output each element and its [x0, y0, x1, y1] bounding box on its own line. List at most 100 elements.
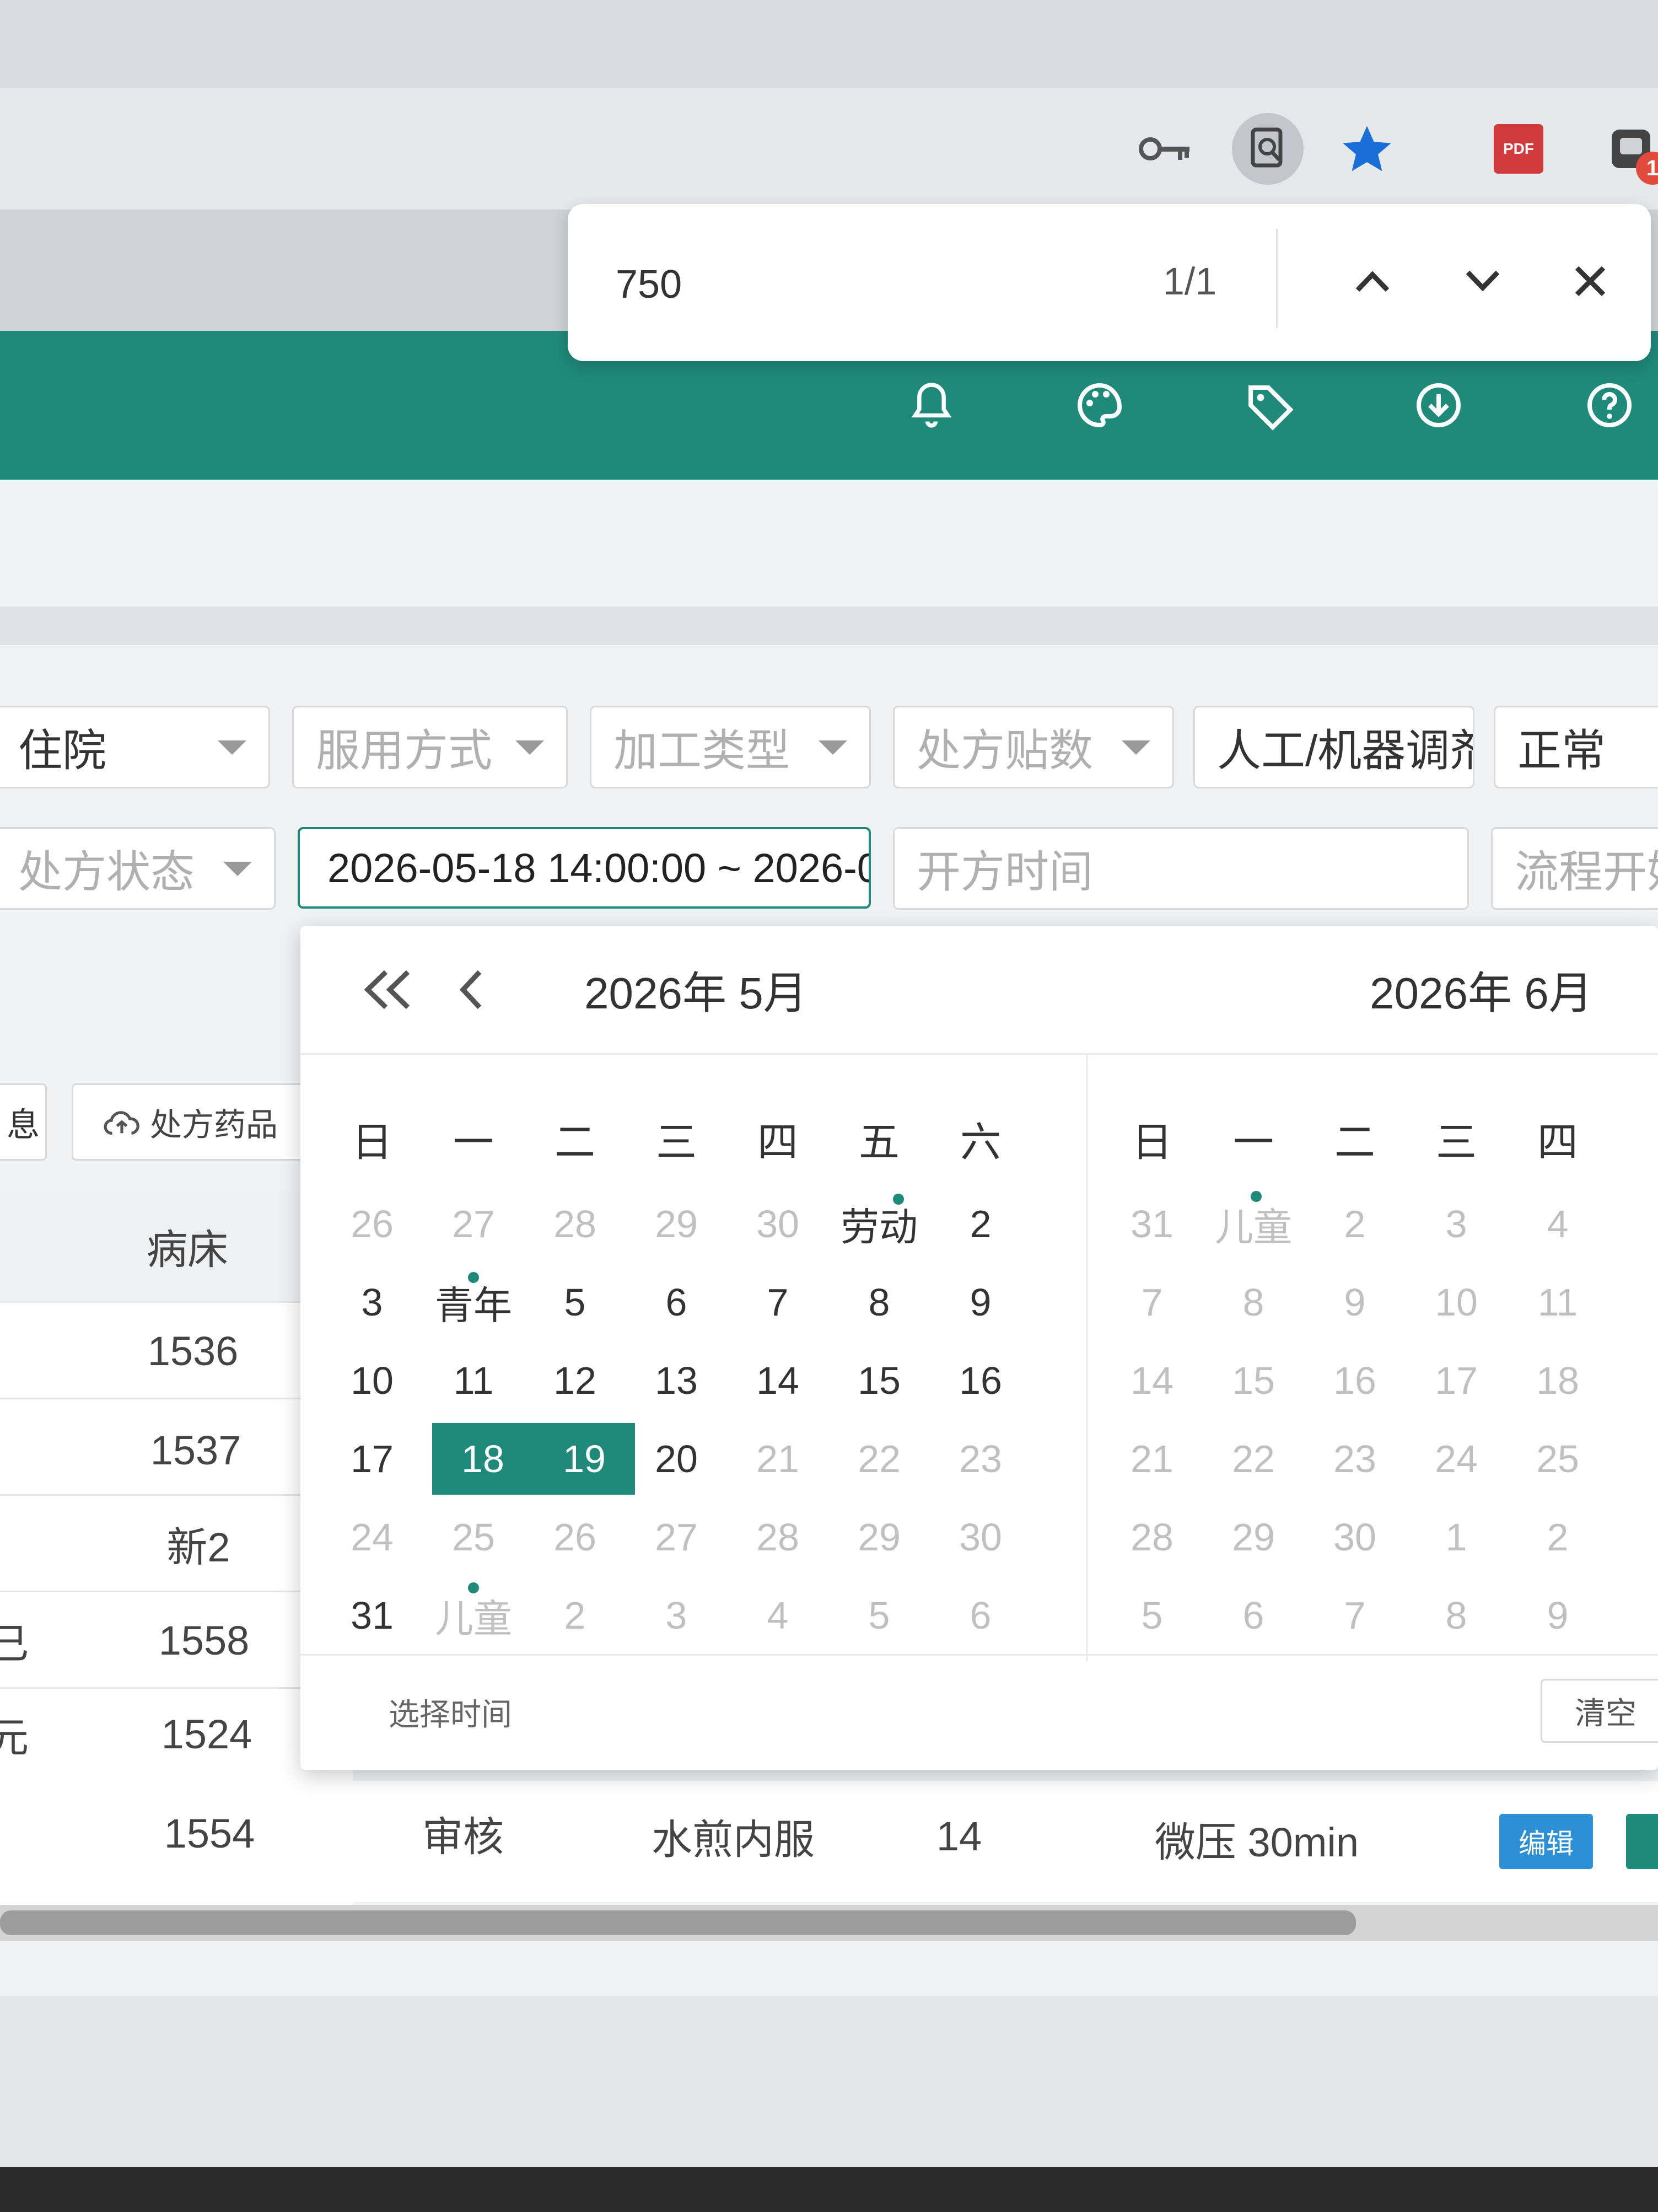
left-calendar-day[interactable]: 7: [736, 1266, 819, 1338]
left-calendar-day[interactable]: 28: [534, 1188, 616, 1260]
pdf-icon[interactable]: PDF: [1494, 124, 1543, 174]
select-time-link[interactable]: 选择时间: [389, 1690, 512, 1735]
right-calendar-day[interactable]: 8: [1212, 1266, 1295, 1338]
right-calendar-day[interactable]: 11: [1516, 1266, 1599, 1338]
download-icon[interactable]: [1408, 375, 1469, 436]
left-calendar-day[interactable]: 劳动: [838, 1188, 920, 1260]
right-calendar-day[interactable]: 28: [1111, 1501, 1193, 1573]
clear-button[interactable]: 清空: [1541, 1679, 1658, 1743]
right-calendar-day[interactable]: 3: [1415, 1188, 1498, 1260]
right-calendar-day[interactable]: 17: [1415, 1345, 1498, 1416]
palette-icon[interactable]: [1069, 375, 1130, 436]
prev-year-button[interactable]: [356, 926, 422, 1053]
right-calendar-day[interactable]: 25: [1516, 1423, 1599, 1495]
right-calendar-day[interactable]: 9: [1314, 1266, 1396, 1338]
tag-icon[interactable]: [1240, 375, 1301, 436]
left-month-title[interactable]: 2026年 5月: [584, 926, 915, 1053]
left-calendar-day[interactable]: 27: [432, 1188, 515, 1260]
key-icon[interactable]: [1135, 119, 1196, 179]
right-calendar-day[interactable]: 21: [1111, 1423, 1193, 1495]
left-calendar-day[interactable]: 30: [939, 1501, 1022, 1573]
scrollbar-thumb[interactable]: [0, 1910, 1356, 1935]
right-calendar-day[interactable]: 8: [1415, 1580, 1498, 1651]
right-calendar-day[interactable]: 15: [1212, 1345, 1295, 1416]
left-calendar-day[interactable]: 18: [432, 1423, 534, 1495]
left-calendar-day[interactable]: 19: [534, 1423, 635, 1495]
left-calendar-day[interactable]: 13: [635, 1345, 718, 1416]
dose-count-select[interactable]: 处方贴数: [893, 706, 1174, 788]
left-calendar-day[interactable]: 4: [736, 1580, 819, 1651]
left-calendar-day[interactable]: 11: [432, 1345, 515, 1416]
prev-month-button[interactable]: [446, 926, 496, 1053]
left-calendar-day[interactable]: 29: [635, 1188, 718, 1260]
right-calendar-day[interactable]: 29: [1212, 1501, 1295, 1573]
find-previous-button[interactable]: [1339, 248, 1406, 314]
right-month-title[interactable]: 2026年 6月: [1370, 926, 1658, 1053]
right-calendar-day[interactable]: 1: [1415, 1501, 1498, 1573]
left-calendar-day[interactable]: 5: [838, 1580, 920, 1651]
left-calendar-day[interactable]: 20: [635, 1423, 718, 1495]
right-calendar-day[interactable]: 2: [1516, 1501, 1599, 1573]
more-action-button[interactable]: [1626, 1814, 1658, 1869]
open-time-input[interactable]: 开方时间: [893, 827, 1469, 910]
left-calendar-day[interactable]: 2: [534, 1580, 616, 1651]
left-calendar-day[interactable]: 28: [736, 1501, 819, 1573]
left-calendar-day[interactable]: 6: [635, 1266, 718, 1338]
left-calendar-day[interactable]: 23: [939, 1423, 1022, 1495]
info-button[interactable]: 息: [0, 1083, 47, 1161]
right-calendar-day[interactable]: 4: [1516, 1188, 1599, 1260]
right-calendar-day[interactable]: 16: [1314, 1345, 1396, 1416]
right-calendar-day[interactable]: 9: [1516, 1580, 1599, 1651]
right-calendar-day[interactable]: 2: [1314, 1188, 1396, 1260]
right-calendar-day[interactable]: 30: [1314, 1501, 1396, 1573]
admission-type-select[interactable]: 住院: [0, 706, 270, 788]
right-calendar-day[interactable]: 14: [1111, 1345, 1193, 1416]
left-calendar-day[interactable]: 8: [838, 1266, 920, 1338]
left-calendar-day[interactable]: 10: [331, 1345, 413, 1416]
left-calendar-day[interactable]: 12: [534, 1345, 616, 1416]
left-calendar-day[interactable]: 6: [939, 1580, 1022, 1651]
process-type-select[interactable]: 加工类型: [590, 706, 871, 788]
star-icon[interactable]: [1334, 116, 1400, 182]
left-calendar-day[interactable]: 29: [838, 1501, 920, 1573]
left-calendar-day[interactable]: 14: [736, 1345, 819, 1416]
bell-icon[interactable]: [901, 375, 962, 436]
dispense-mode-select[interactable]: 人工/机器调剂: [1193, 706, 1474, 788]
status-normal-select[interactable]: 正常: [1494, 706, 1658, 788]
left-calendar-day[interactable]: 15: [838, 1345, 920, 1416]
left-calendar-day[interactable]: 17: [331, 1423, 413, 1495]
right-calendar-day[interactable]: 31: [1111, 1188, 1193, 1260]
usage-method-select[interactable]: 服用方式: [292, 706, 568, 788]
left-calendar-day[interactable]: 16: [939, 1345, 1022, 1416]
right-calendar-day[interactable]: 6: [1212, 1580, 1295, 1651]
left-calendar-day[interactable]: 26: [331, 1188, 413, 1260]
find-close-button[interactable]: [1557, 248, 1623, 314]
left-calendar-day[interactable]: 27: [635, 1501, 718, 1573]
date-range-input[interactable]: 2026-05-18 14:00:00 ~ 2026-0: [298, 827, 871, 909]
left-calendar-day[interactable]: 5: [534, 1266, 616, 1338]
left-calendar-day[interactable]: 22: [838, 1423, 920, 1495]
left-calendar-day[interactable]: 2: [939, 1188, 1022, 1260]
find-next-button[interactable]: [1450, 248, 1516, 314]
flow-start-input[interactable]: 流程开始: [1491, 827, 1658, 910]
right-calendar-day[interactable]: 7: [1111, 1266, 1193, 1338]
left-calendar-day[interactable]: 31: [331, 1580, 413, 1651]
left-calendar-day[interactable]: 3: [635, 1580, 718, 1651]
prescription-drugs-button[interactable]: 处方药品: [72, 1083, 309, 1161]
right-calendar-day[interactable]: 23: [1314, 1423, 1396, 1495]
right-calendar-day[interactable]: 10: [1415, 1266, 1498, 1338]
help-icon[interactable]: [1579, 375, 1640, 436]
right-calendar-day[interactable]: 18: [1516, 1345, 1599, 1416]
right-calendar-day[interactable]: 22: [1212, 1423, 1295, 1495]
edit-button[interactable]: 编辑: [1499, 1814, 1593, 1869]
left-calendar-day[interactable]: 9: [939, 1266, 1022, 1338]
left-calendar-day[interactable]: 24: [331, 1501, 413, 1573]
left-calendar-day[interactable]: 30: [736, 1188, 819, 1260]
find-input[interactable]: [615, 256, 1113, 313]
left-calendar-day[interactable]: 3: [331, 1266, 413, 1338]
right-calendar-day[interactable]: 5: [1111, 1580, 1193, 1651]
right-calendar-day[interactable]: 7: [1314, 1580, 1396, 1651]
left-calendar-day[interactable]: 21: [736, 1423, 819, 1495]
right-calendar-day[interactable]: 24: [1415, 1423, 1498, 1495]
left-calendar-day[interactable]: 25: [432, 1501, 515, 1573]
